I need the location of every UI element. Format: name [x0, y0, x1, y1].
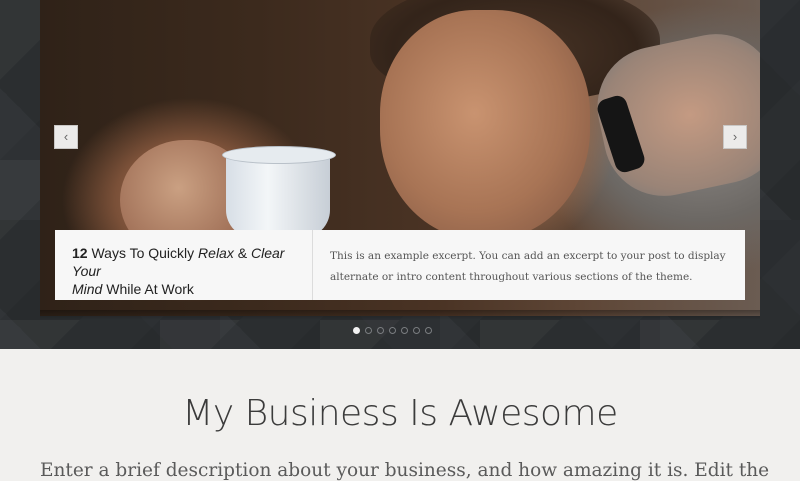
slider-dot-5[interactable] [401, 327, 408, 334]
slider-dot-7[interactable] [425, 327, 432, 334]
slider-dot-4[interactable] [389, 327, 396, 334]
slide-caption: 12 Ways To Quickly Relax & Clear Your Min… [55, 230, 745, 300]
page-title: My Business Is Awesome [182, 393, 618, 434]
caption-title-number: 12 [72, 245, 88, 261]
caption-title-emphasis: Relax [198, 245, 234, 261]
caption-title-part: Ways To Quickly [87, 245, 199, 261]
photo-face [380, 10, 590, 240]
slider-prev-button[interactable]: ‹ [54, 125, 78, 149]
caption-excerpt: This is an example excerpt. You can add … [330, 250, 726, 283]
hero-slider: ‹ › 12 Ways To Quickly Relax & Clear You… [0, 0, 800, 349]
chevron-right-icon: › [732, 129, 738, 144]
chevron-left-icon: ‹ [63, 129, 69, 144]
slider-dot-6[interactable] [413, 327, 420, 334]
caption-title-link[interactable]: 12 Ways To Quickly Relax & Clear Your Min… [55, 230, 313, 300]
slider-pagination [353, 327, 432, 334]
slider-dot-2[interactable] [365, 327, 372, 334]
caption-title-emphasis: Mind [72, 281, 103, 297]
business-description: Enter a brief description about your bus… [40, 460, 770, 481]
slide-shadow [40, 310, 760, 320]
photo-cup-rim [222, 146, 336, 164]
slider-next-button[interactable]: › [723, 125, 747, 149]
caption-title-part: While At Work [102, 281, 194, 297]
caption-title-part: & [233, 245, 251, 261]
slider-dot-3[interactable] [377, 327, 384, 334]
slider-dot-1[interactable] [353, 327, 360, 334]
